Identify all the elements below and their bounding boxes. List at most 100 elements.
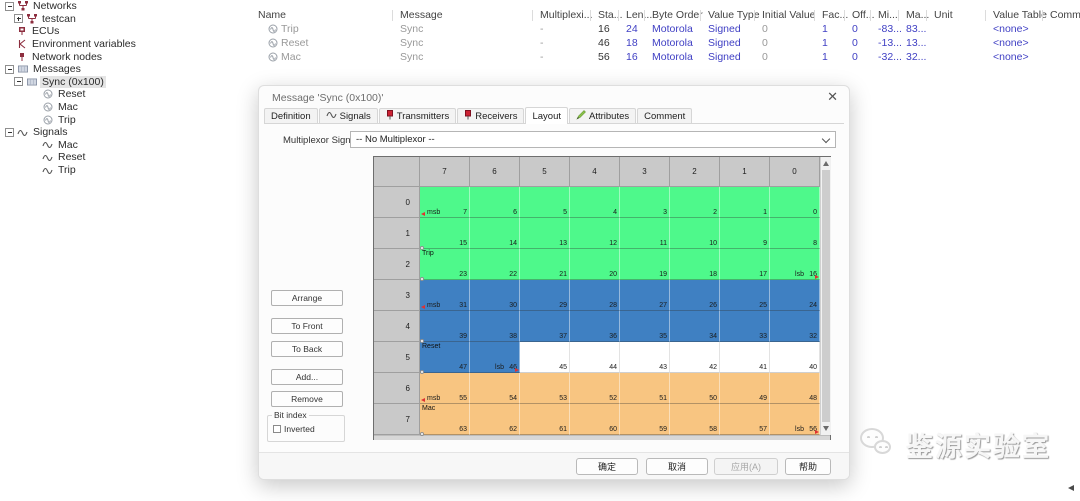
bit-cell-63[interactable]: 63Mac (420, 404, 470, 435)
column-header-min[interactable]: Mi... (878, 9, 898, 21)
bit-cell-58[interactable]: 58 (670, 404, 720, 435)
bit-cell-0[interactable]: 0 (770, 187, 820, 218)
bit-cell-47[interactable]: 47Reset (420, 342, 470, 373)
scroll-down-icon[interactable] (821, 422, 831, 435)
bit-cell-37[interactable]: 37 (520, 311, 570, 342)
bit-cell-9[interactable]: 9 (720, 218, 770, 249)
table-row-mac[interactable]: MacSync-5616MotorolaSigned010-32...32...… (0, 51, 1080, 64)
bit-cell-20[interactable]: 20 (570, 249, 620, 280)
bit-cell-54[interactable]: 54 (470, 373, 520, 404)
bit-cell-17[interactable]: 17 (720, 249, 770, 280)
tree-item-sync-0x100[interactable]: Sync (0x100) (0, 76, 252, 89)
column-header-valuetype[interactable]: Value Type (708, 9, 760, 21)
to-back-button[interactable]: To Back (271, 341, 343, 357)
bit-cell-46[interactable]: 46lsb (470, 342, 520, 373)
bit-cell-12[interactable]: 12 (570, 218, 620, 249)
bit-cell-28[interactable]: 28 (570, 280, 620, 311)
bit-cell-52[interactable]: 52 (570, 373, 620, 404)
column-header-byteorder[interactable]: Byte Order (652, 9, 703, 21)
tree-item-signals[interactable]: Signals (0, 126, 252, 139)
bit-cell-13[interactable]: 13 (520, 218, 570, 249)
bit-cell-2[interactable]: 2 (670, 187, 720, 218)
tab-transmitters[interactable]: Transmitters (379, 108, 456, 123)
drag-handle[interactable] (420, 432, 424, 436)
bit-cell-31[interactable]: 31msb (420, 280, 470, 311)
bit-cell-48[interactable]: 48 (770, 373, 820, 404)
multiplexor-select[interactable]: -- No Multiplexor -- (350, 131, 836, 148)
drag-handle[interactable] (420, 339, 424, 343)
column-header-valuetable[interactable]: Value Table (993, 9, 1047, 21)
bit-cell-1[interactable]: 1 (720, 187, 770, 218)
bit-cell-57[interactable]: 57 (720, 404, 770, 435)
bit-cell-27[interactable]: 27 (620, 280, 670, 311)
bit-cell-60[interactable]: 60 (570, 404, 620, 435)
ok-button[interactable]: 确定 (576, 458, 638, 475)
drag-handle[interactable] (420, 246, 424, 250)
tab-definition[interactable]: Definition (264, 108, 318, 123)
column-header-offset[interactable]: Off... (852, 9, 875, 21)
column-header-name[interactable]: Name (258, 9, 286, 21)
tree-item-trip[interactable]: Trip (0, 164, 252, 177)
bit-cell-7[interactable]: 7msb (420, 187, 470, 218)
bit-cell-39[interactable]: 39 (420, 311, 470, 342)
bit-cell-8[interactable]: 8 (770, 218, 820, 249)
bit-cell-61[interactable]: 61 (520, 404, 570, 435)
bit-cell-18[interactable]: 18 (670, 249, 720, 280)
bit-cell-23[interactable]: 23Trip (420, 249, 470, 280)
tree-item-trip[interactable]: Trip (0, 113, 252, 126)
bit-cell-34[interactable]: 34 (670, 311, 720, 342)
bit-cell-38[interactable]: 38 (470, 311, 520, 342)
bit-cell-24[interactable]: 24 (770, 280, 820, 311)
to-front-button[interactable]: To Front (271, 318, 343, 334)
bit-cell-30[interactable]: 30 (470, 280, 520, 311)
tree-item-reset[interactable]: Reset (0, 88, 252, 101)
drag-handle[interactable] (420, 277, 424, 281)
bit-cell-11[interactable]: 11 (620, 218, 670, 249)
bit-cell-62[interactable]: 62 (470, 404, 520, 435)
grid-vertical-scrollbar[interactable] (820, 157, 831, 435)
bit-cell-35[interactable]: 35 (620, 311, 670, 342)
bit-cell-40[interactable]: 40 (770, 342, 820, 373)
bit-cell-44[interactable]: 44 (570, 342, 620, 373)
table-row-reset[interactable]: ResetSync-4618MotorolaSigned010-13...13.… (0, 37, 1080, 50)
column-header-multiplexing[interactable]: Multiplexi... (540, 9, 593, 21)
bit-cell-4[interactable]: 4 (570, 187, 620, 218)
drag-handle[interactable] (420, 370, 424, 374)
column-header-message[interactable]: Message (400, 9, 443, 21)
scroll-up-icon[interactable] (821, 157, 831, 170)
bit-cell-42[interactable]: 42 (670, 342, 720, 373)
tab-comment[interactable]: Comment (637, 108, 692, 123)
bit-cell-33[interactable]: 33 (720, 311, 770, 342)
bit-cell-6[interactable]: 6 (470, 187, 520, 218)
tab-attributes[interactable]: Attributes (569, 108, 636, 123)
bit-cell-55[interactable]: 55msb (420, 373, 470, 404)
close-icon[interactable]: ✕ (827, 89, 838, 105)
column-header-unit[interactable]: Unit (934, 9, 953, 21)
bit-cell-45[interactable]: 45 (520, 342, 570, 373)
bit-cell-51[interactable]: 51 (620, 373, 670, 404)
bit-cell-59[interactable]: 59 (620, 404, 670, 435)
arrange-button[interactable]: Arrange (271, 290, 343, 306)
tab-receivers[interactable]: Receivers (457, 108, 524, 123)
bit-cell-29[interactable]: 29 (520, 280, 570, 311)
bit-cell-21[interactable]: 21 (520, 249, 570, 280)
tree-item-mac[interactable]: Mac (0, 101, 252, 114)
bit-cell-10[interactable]: 10 (670, 218, 720, 249)
bit-cell-16[interactable]: 16lsb (770, 249, 820, 280)
bit-cell-41[interactable]: 41 (720, 342, 770, 373)
bit-cell-53[interactable]: 53 (520, 373, 570, 404)
bit-cell-3[interactable]: 3 (620, 187, 670, 218)
bit-cell-50[interactable]: 50 (670, 373, 720, 404)
bit-cell-15[interactable]: 15 (420, 218, 470, 249)
bit-cell-32[interactable]: 32 (770, 311, 820, 342)
inverted-checkbox[interactable] (273, 425, 281, 433)
bit-cell-22[interactable]: 22 (470, 249, 520, 280)
help-button[interactable]: 帮助 (785, 458, 831, 475)
bit-cell-36[interactable]: 36 (570, 311, 620, 342)
bit-cell-26[interactable]: 26 (670, 280, 720, 311)
tree-item-reset[interactable]: Reset (0, 151, 252, 164)
tree-item-mac[interactable]: Mac (0, 139, 252, 152)
scrollbar-thumb[interactable] (822, 170, 830, 422)
table-row-trip[interactable]: TripSync-1624MotorolaSigned010-83...83..… (0, 23, 1080, 36)
collapse-icon[interactable] (14, 77, 23, 86)
